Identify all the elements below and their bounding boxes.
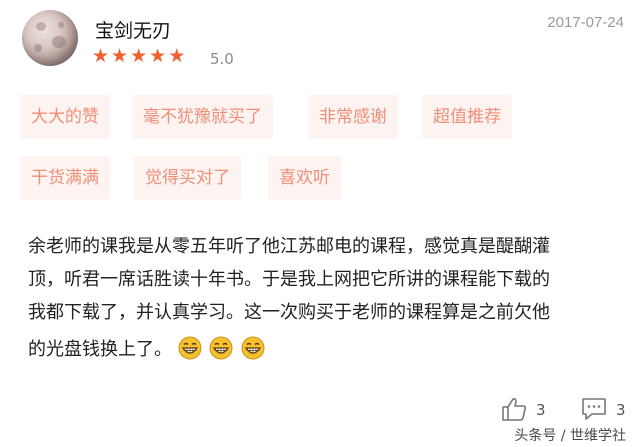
review-text: 余老师的课我是从零五年听了他江苏邮电的课程，感觉真是醍醐灌 顶，听君一席话胜读十… [28, 230, 628, 366]
tag-chip: 大大的赞 [20, 95, 110, 139]
watermark-text: 头条号 / 世维学社 [514, 428, 626, 444]
thumbs-up-icon[interactable] [500, 395, 528, 423]
tag-chip: 干货满满 [20, 156, 110, 200]
review-date: 2017-07-24 [547, 14, 624, 31]
review-line: 顶，听君一席话胜读十年书。于是我上网把它所讲的课程能下载的 [28, 269, 550, 290]
review-line: 的光盘钱换上了。 [28, 339, 172, 360]
star-icon: ★ [92, 45, 110, 67]
user-avatar[interactable] [22, 10, 78, 66]
tag-chip: 超值推荐 [422, 95, 512, 139]
grinning-face-icon [209, 336, 233, 360]
review-line: 余老师的课我是从零五年听了他江苏邮电的课程，感觉真是醍醐灌 [28, 236, 550, 257]
tag-chip: 喜欢听 [268, 156, 341, 200]
rating-score: 5.0 [210, 50, 234, 68]
star-icon: ★ [130, 45, 148, 67]
grinning-face-icon [178, 336, 202, 360]
like-count: 3 [536, 401, 546, 419]
star-icon: ★ [111, 45, 129, 67]
tag-chip: 非常感谢 [308, 95, 398, 139]
comment-count: 3 [616, 401, 626, 419]
review-line: 我都下载了，并认真学习。这一次购买于老师的课程算是之前欠他 [28, 302, 550, 323]
username[interactable]: 宝剑无刃 [95, 16, 171, 43]
review-line-last: 的光盘钱换上了。 [28, 333, 628, 366]
star-icon: ★ [168, 45, 186, 67]
star-icon: ★ [149, 45, 167, 67]
rating-stars: ★ ★ ★ ★ ★ [92, 46, 185, 66]
comment-icon[interactable] [580, 396, 608, 422]
tag-chip: 觉得买对了 [134, 156, 241, 200]
grinning-face-icon [241, 336, 265, 360]
tag-chip: 毫不犹豫就买了 [132, 95, 273, 139]
